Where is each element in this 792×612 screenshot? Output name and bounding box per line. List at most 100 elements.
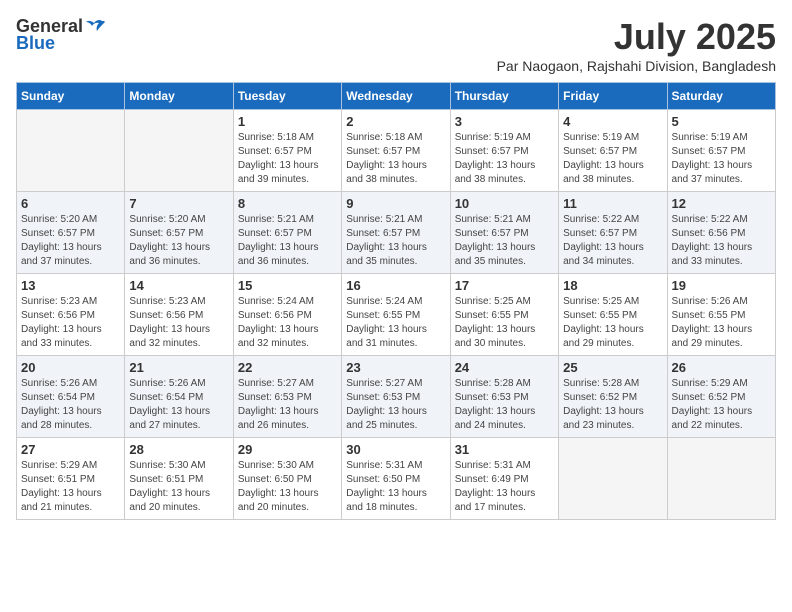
location-title: Par Naogaon, Rajshahi Division, Banglade… xyxy=(497,58,776,74)
calendar-day-cell xyxy=(667,438,775,520)
calendar-day-cell xyxy=(559,438,667,520)
calendar-day-cell: 12 Sunrise: 5:22 AM Sunset: 6:56 PM Dayli… xyxy=(667,192,775,274)
day-number: 11 xyxy=(563,196,662,211)
calendar-day-cell xyxy=(125,110,233,192)
day-number: 17 xyxy=(455,278,554,293)
day-number: 15 xyxy=(238,278,337,293)
weekday-header-saturday: Saturday xyxy=(667,83,775,110)
calendar-day-cell: 11 Sunrise: 5:22 AM Sunset: 6:57 PM Dayli… xyxy=(559,192,667,274)
day-number: 27 xyxy=(21,442,120,457)
day-info: Sunrise: 5:28 AM Sunset: 6:52 PM Dayligh… xyxy=(563,377,662,433)
day-number: 8 xyxy=(238,196,337,211)
day-info: Sunrise: 5:27 AM Sunset: 6:53 PM Dayligh… xyxy=(346,377,445,433)
day-number: 12 xyxy=(672,196,771,211)
day-info: Sunrise: 5:21 AM Sunset: 6:57 PM Dayligh… xyxy=(455,213,554,269)
calendar-day-cell: 13Sunrise: 5:23 AM Sunset: 6:56 PM Dayli… xyxy=(17,274,125,356)
calendar-day-cell: 4 Sunrise: 5:19 AM Sunset: 6:57 PM Daylig… xyxy=(559,110,667,192)
day-number: 3 xyxy=(455,114,554,129)
calendar-day-cell: 23Sunrise: 5:27 AM Sunset: 6:53 PM Dayli… xyxy=(342,356,450,438)
calendar-day-cell: 21Sunrise: 5:26 AM Sunset: 6:54 PM Dayli… xyxy=(125,356,233,438)
calendar-day-cell: 25Sunrise: 5:28 AM Sunset: 6:52 PM Dayli… xyxy=(559,356,667,438)
day-number: 18 xyxy=(563,278,662,293)
day-info: Sunrise: 5:18 AM Sunset: 6:57 PM Dayligh… xyxy=(346,131,445,187)
calendar-day-cell: 26 Sunrise: 5:29 AM Sunset: 6:52 PM Dayli… xyxy=(667,356,775,438)
calendar-day-cell: 8 Sunrise: 5:21 AM Sunset: 6:57 PM Daylig… xyxy=(233,192,341,274)
day-number: 14 xyxy=(129,278,228,293)
weekday-header-thursday: Thursday xyxy=(450,83,558,110)
calendar-day-cell: 16 Sunrise: 5:24 AM Sunset: 6:55 PM Dayli… xyxy=(342,274,450,356)
day-number: 29 xyxy=(238,442,337,457)
day-number: 2 xyxy=(346,114,445,129)
day-number: 1 xyxy=(238,114,337,129)
logo-blue: Blue xyxy=(16,33,55,54)
day-info: Sunrise: 5:22 AM Sunset: 6:57 PM Dayligh… xyxy=(563,213,662,269)
day-number: 31 xyxy=(455,442,554,457)
calendar-week-row: 27 Sunrise: 5:29 AM Sunset: 6:51 PM Dayli… xyxy=(17,438,776,520)
day-info: Sunrise: 5:29 AM Sunset: 6:52 PM Dayligh… xyxy=(672,377,771,433)
calendar-day-cell: 2 Sunrise: 5:18 AM Sunset: 6:57 PM Daylig… xyxy=(342,110,450,192)
calendar-day-cell: 17 Sunrise: 5:25 AM Sunset: 6:55 PM Dayli… xyxy=(450,274,558,356)
day-info: Sunrise: 5:20 AM Sunset: 6:57 PM Dayligh… xyxy=(129,213,228,269)
day-info: Sunrise: 5:19 AM Sunset: 6:57 PM Dayligh… xyxy=(455,131,554,187)
day-info: Sunrise: 5:25 AM Sunset: 6:55 PM Dayligh… xyxy=(563,295,662,351)
day-number: 20 xyxy=(21,360,120,375)
calendar-day-cell: 7 Sunrise: 5:20 AM Sunset: 6:57 PM Daylig… xyxy=(125,192,233,274)
calendar-day-cell: 27 Sunrise: 5:29 AM Sunset: 6:51 PM Dayli… xyxy=(17,438,125,520)
day-info: Sunrise: 5:26 AM Sunset: 6:54 PM Dayligh… xyxy=(21,377,120,433)
day-number: 4 xyxy=(563,114,662,129)
calendar-week-row: 13Sunrise: 5:23 AM Sunset: 6:56 PM Dayli… xyxy=(17,274,776,356)
day-number: 19 xyxy=(672,278,771,293)
calendar-day-cell: 22Sunrise: 5:27 AM Sunset: 6:53 PM Dayli… xyxy=(233,356,341,438)
day-number: 7 xyxy=(129,196,228,211)
calendar-day-cell: 10 Sunrise: 5:21 AM Sunset: 6:57 PM Dayli… xyxy=(450,192,558,274)
calendar-day-cell: 1 Sunrise: 5:18 AM Sunset: 6:57 PM Daylig… xyxy=(233,110,341,192)
calendar-day-cell: 19 Sunrise: 5:26 AM Sunset: 6:55 PM Dayli… xyxy=(667,274,775,356)
day-info: Sunrise: 5:29 AM Sunset: 6:51 PM Dayligh… xyxy=(21,459,120,515)
calendar-week-row: 20 Sunrise: 5:26 AM Sunset: 6:54 PM Dayli… xyxy=(17,356,776,438)
day-number: 30 xyxy=(346,442,445,457)
day-info: Sunrise: 5:28 AM Sunset: 6:53 PM Dayligh… xyxy=(455,377,554,433)
day-info: Sunrise: 5:22 AM Sunset: 6:56 PM Dayligh… xyxy=(672,213,771,269)
calendar-day-cell: 20 Sunrise: 5:26 AM Sunset: 6:54 PM Dayli… xyxy=(17,356,125,438)
day-number: 28 xyxy=(129,442,228,457)
calendar-day-cell: 30Sunrise: 5:31 AM Sunset: 6:50 PM Dayli… xyxy=(342,438,450,520)
day-info: Sunrise: 5:21 AM Sunset: 6:57 PM Dayligh… xyxy=(238,213,337,269)
day-info: Sunrise: 5:18 AM Sunset: 6:57 PM Dayligh… xyxy=(238,131,337,187)
calendar-day-cell: 24Sunrise: 5:28 AM Sunset: 6:53 PM Dayli… xyxy=(450,356,558,438)
calendar-day-cell xyxy=(17,110,125,192)
weekday-header-monday: Monday xyxy=(125,83,233,110)
day-info: Sunrise: 5:31 AM Sunset: 6:49 PM Dayligh… xyxy=(455,459,554,515)
weekday-header-tuesday: Tuesday xyxy=(233,83,341,110)
calendar-week-row: 6 Sunrise: 5:20 AM Sunset: 6:57 PM Daylig… xyxy=(17,192,776,274)
day-info: Sunrise: 5:19 AM Sunset: 6:57 PM Dayligh… xyxy=(563,131,662,187)
day-number: 6 xyxy=(21,196,120,211)
day-info: Sunrise: 5:27 AM Sunset: 6:53 PM Dayligh… xyxy=(238,377,337,433)
calendar-day-cell: 9Sunrise: 5:21 AM Sunset: 6:57 PM Daylig… xyxy=(342,192,450,274)
calendar-day-cell: 31 Sunrise: 5:31 AM Sunset: 6:49 PM Dayli… xyxy=(450,438,558,520)
day-info: Sunrise: 5:24 AM Sunset: 6:56 PM Dayligh… xyxy=(238,295,337,351)
day-number: 9 xyxy=(346,196,445,211)
day-info: Sunrise: 5:20 AM Sunset: 6:57 PM Dayligh… xyxy=(21,213,120,269)
calendar-table: SundayMondayTuesdayWednesdayThursdayFrid… xyxy=(16,82,776,520)
weekday-header-friday: Friday xyxy=(559,83,667,110)
weekday-header-row: SundayMondayTuesdayWednesdayThursdayFrid… xyxy=(17,83,776,110)
logo-bird-icon xyxy=(84,19,106,35)
day-info: Sunrise: 5:23 AM Sunset: 6:56 PM Dayligh… xyxy=(21,295,120,351)
day-number: 5 xyxy=(672,114,771,129)
weekday-header-sunday: Sunday xyxy=(17,83,125,110)
day-info: Sunrise: 5:26 AM Sunset: 6:55 PM Dayligh… xyxy=(672,295,771,351)
day-number: 26 xyxy=(672,360,771,375)
calendar-day-cell: 14Sunrise: 5:23 AM Sunset: 6:56 PM Dayli… xyxy=(125,274,233,356)
calendar-day-cell: 18 Sunrise: 5:25 AM Sunset: 6:55 PM Dayli… xyxy=(559,274,667,356)
day-info: Sunrise: 5:19 AM Sunset: 6:57 PM Dayligh… xyxy=(672,131,771,187)
logo: General Blue xyxy=(16,16,107,54)
day-number: 10 xyxy=(455,196,554,211)
calendar-day-cell: 28Sunrise: 5:30 AM Sunset: 6:51 PM Dayli… xyxy=(125,438,233,520)
calendar-day-cell: 3 Sunrise: 5:19 AM Sunset: 6:57 PM Daylig… xyxy=(450,110,558,192)
calendar-day-cell: 5 Sunrise: 5:19 AM Sunset: 6:57 PM Daylig… xyxy=(667,110,775,192)
day-number: 16 xyxy=(346,278,445,293)
day-info: Sunrise: 5:24 AM Sunset: 6:55 PM Dayligh… xyxy=(346,295,445,351)
calendar-day-cell: 29Sunrise: 5:30 AM Sunset: 6:50 PM Dayli… xyxy=(233,438,341,520)
calendar-day-cell: 15 Sunrise: 5:24 AM Sunset: 6:56 PM Dayli… xyxy=(233,274,341,356)
day-info: Sunrise: 5:25 AM Sunset: 6:55 PM Dayligh… xyxy=(455,295,554,351)
